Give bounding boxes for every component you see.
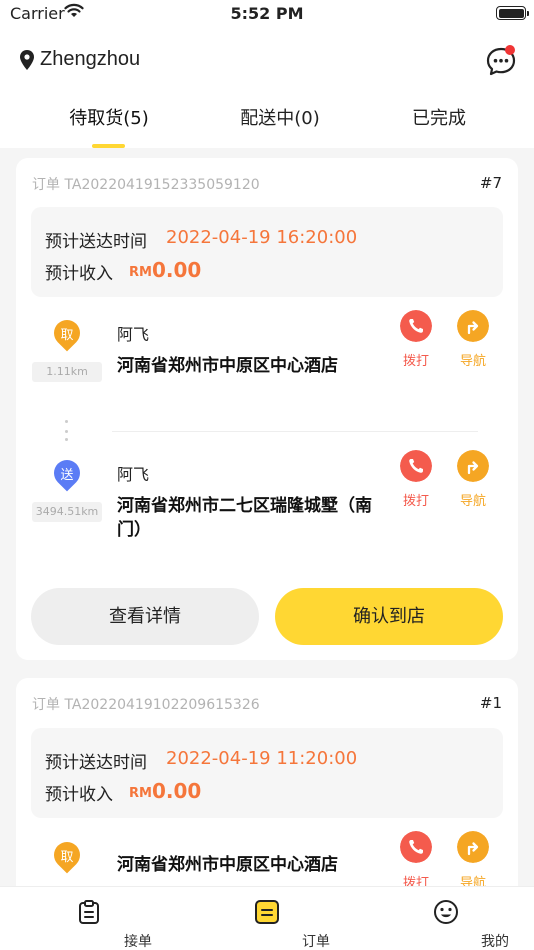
order-summary: 预计送达时间 2022-04-19 11:20:00 预计收入 RM 0.00 <box>31 728 503 818</box>
location-pin-icon <box>20 50 34 70</box>
pickup-badge: 取 <box>60 328 74 343</box>
order-index: #7 <box>479 174 502 192</box>
clipboard-icon <box>79 900 99 924</box>
order-card: 订单 TA20220419152335059120 #7 预计送达时间 2022… <box>16 158 518 660</box>
delivery-address: 河南省郑州市二七区瑞隆城墅（南门） <box>117 496 372 540</box>
call-delivery-button[interactable] <box>400 450 432 482</box>
pickup-address: 河南省郑州市中原区中心酒店 <box>117 855 338 875</box>
income-label: 预计收入 <box>45 264 113 284</box>
navigate-delivery-button[interactable] <box>457 450 489 482</box>
status-bar: Carrier 5:52 PM <box>0 0 534 30</box>
tab-label: 接单 <box>124 934 152 950</box>
navigate-label: 导航 <box>459 354 486 369</box>
header: Zhengzhou 待取货(5) 配送中(0) 已完成 <box>0 30 534 148</box>
order-summary: 预计送达时间 2022-04-19 16:20:00 预计收入 RM 0.00 <box>31 207 503 297</box>
navigate-pickup-button[interactable] <box>457 310 489 342</box>
order-number: 订单 TA20220419102209615326 <box>32 697 260 713</box>
call-pickup-button[interactable] <box>400 831 432 863</box>
order-index: #1 <box>479 694 502 712</box>
divider <box>112 431 478 432</box>
eta-label: 预计送达时间 <box>45 753 147 773</box>
battery-icon <box>496 6 529 20</box>
tab-pending-pickup[interactable]: 待取货(5) <box>67 104 151 130</box>
pickup-distance: 1.11km <box>32 362 102 382</box>
order-list-icon <box>255 900 279 924</box>
route-dot <box>65 420 68 423</box>
pickup-contact-name: 阿飞 <box>117 325 150 344</box>
view-details-button[interactable]: 查看详情 <box>31 588 259 645</box>
smiley-icon <box>434 900 458 924</box>
eta-label: 预计送达时间 <box>45 232 147 252</box>
tab-label: 我的 <box>481 934 509 950</box>
currency-label: RM <box>129 265 152 280</box>
route-dot <box>65 438 68 441</box>
income-label: 预计收入 <box>45 785 113 805</box>
call-label: 拨打 <box>402 354 429 369</box>
route-dot <box>65 430 68 433</box>
unread-badge <box>505 45 515 55</box>
pickup-address: 河南省郑州市中原区中心酒店 <box>117 356 338 376</box>
eta-value: 2022-04-19 16:20:00 <box>166 227 358 248</box>
delivery-contact-name: 阿飞 <box>117 465 150 484</box>
income-value: 0.00 <box>152 779 202 803</box>
city-selector[interactable]: Zhengzhou <box>40 48 140 71</box>
income-value: 0.00 <box>152 258 202 282</box>
navigate-pickup-button[interactable] <box>457 831 489 863</box>
clock: 5:52 PM <box>230 4 304 23</box>
eta-value: 2022-04-19 11:20:00 <box>166 748 358 769</box>
navigate-label: 导航 <box>459 494 486 509</box>
pickup-badge: 取 <box>60 850 74 865</box>
bottom-tab-bar: 接单 订单 我的 <box>0 886 534 950</box>
tab-completed[interactable]: 已完成 <box>408 104 470 130</box>
active-tab-indicator <box>92 144 125 148</box>
delivery-distance: 3494.51km <box>32 502 102 522</box>
delivery-badge: 送 <box>60 468 74 483</box>
tab-label: 订单 <box>302 934 330 950</box>
call-label: 拨打 <box>402 494 429 509</box>
currency-label: RM <box>129 786 152 801</box>
order-number: 订单 TA20220419152335059120 <box>32 177 260 193</box>
confirm-arrival-button[interactable]: 确认到店 <box>275 588 503 645</box>
call-pickup-button[interactable] <box>400 310 432 342</box>
tab-delivering[interactable]: 配送中(0) <box>238 104 322 130</box>
